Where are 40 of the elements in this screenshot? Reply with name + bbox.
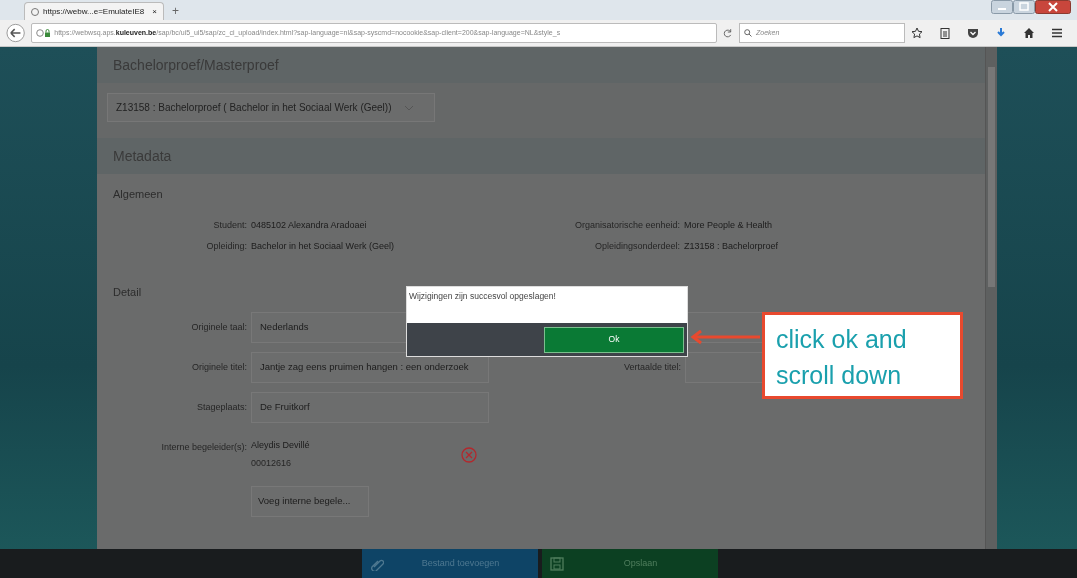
field-label: Originele titel: — [190, 360, 247, 374]
close-icon[interactable] — [1035, 0, 1071, 14]
home-icon[interactable] — [1023, 27, 1035, 39]
shield-icon[interactable] — [967, 27, 979, 39]
field-label: Vertaalde titel: — [623, 361, 681, 372]
field-label: Originele taal: — [190, 320, 247, 334]
field-label: Organisatorische eenheid: — [573, 218, 680, 232]
field-value: Z13158 : Bachelorproef — [684, 240, 779, 253]
browser-tab[interactable]: https://webw...e=EmulateIE8 × — [24, 2, 164, 20]
save-button[interactable]: Opslaan — [541, 549, 718, 578]
field-label: Student: — [212, 218, 247, 232]
dialog-message: Wijzigingen zijn succesvol opgeslagen! — [408, 290, 557, 303]
clipboard-icon[interactable] — [939, 27, 951, 39]
ok-button[interactable]: Ok — [544, 326, 684, 353]
maximize-icon[interactable] — [1013, 0, 1035, 14]
supervisor-id: 00012616 — [251, 456, 293, 470]
reload-icon[interactable] — [723, 28, 733, 38]
menu-icon[interactable] — [1051, 27, 1063, 39]
field-value: 0485102 Alexandra Aradoaei — [251, 218, 367, 232]
text-field[interactable]: De Fruitkorf — [251, 392, 489, 423]
minimize-icon[interactable] — [991, 0, 1013, 14]
field-label: Stageplaats: — [195, 400, 247, 414]
add-supervisor-button[interactable]: Voeg interne begele... — [251, 486, 369, 517]
search-icon — [744, 29, 752, 37]
text-field[interactable]: Jantje zag eens pruimen hangen : een onderzoek — [251, 352, 489, 383]
star-icon[interactable] — [911, 27, 923, 39]
callout-note: click ok and scroll down — [762, 312, 963, 399]
tab-close-button[interactable]: × — [152, 5, 157, 18]
back-icon[interactable] — [6, 23, 26, 43]
new-tab-button[interactable]: + — [164, 2, 187, 20]
subsection-heading: Detail — [113, 284, 142, 300]
download-icon[interactable] — [995, 27, 1007, 39]
tab-title: https://webw...e=EmulateIE8 — [43, 5, 146, 18]
subsection-heading: Algemeen — [113, 187, 163, 202]
field-value: More People & Health — [684, 218, 773, 232]
scrollbar[interactable] — [985, 47, 997, 549]
field-label: Opleiding: — [205, 240, 247, 253]
field-label: Interne begeleider(s): — [160, 441, 247, 454]
field-label: Opleidingsonderdeel: — [593, 240, 680, 253]
supervisor-name: Aleydis Devillé — [251, 439, 311, 452]
